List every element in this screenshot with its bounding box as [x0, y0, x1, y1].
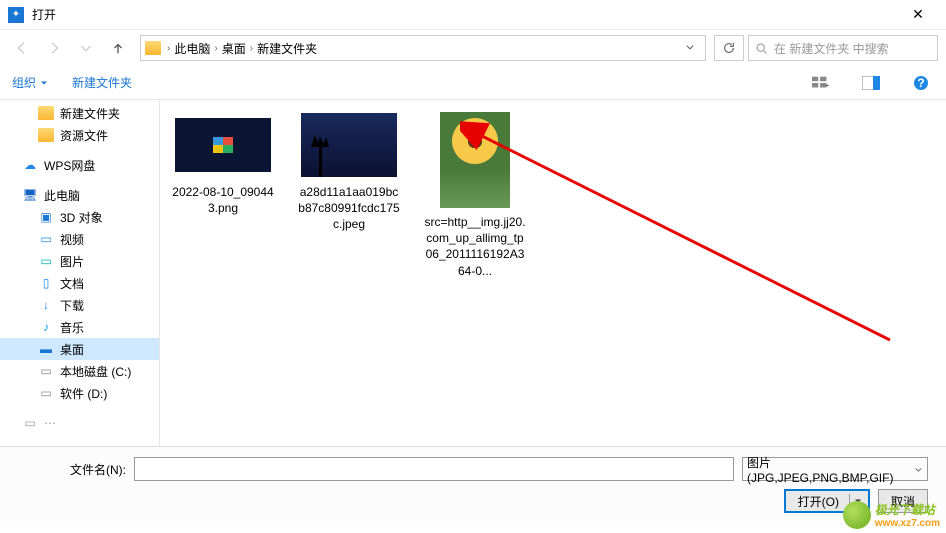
file-item[interactable]: src=http__img.jj20.com_up_allimg_tp06_20…	[422, 112, 528, 279]
watermark-logo-icon	[843, 501, 871, 529]
video-icon: ▭	[38, 232, 54, 246]
file-pane[interactable]: 2022-08-10_090443.png a28d11a1aa019bcb87…	[160, 100, 946, 446]
forward-button[interactable]	[40, 34, 68, 62]
sidebar: 新建文件夹 资源文件 ☁WPS网盘 🖥此电脑 ▣3D 对象 ▭视频 ▭图片 ▯文…	[0, 100, 160, 446]
close-button[interactable]: ✕	[898, 6, 938, 23]
sidebar-item-music[interactable]: ♪音乐	[0, 316, 159, 338]
footer: 文件名(N): 图片(JPG,JPEG,PNG,BMP,GIF) 打开(O) 取…	[0, 446, 946, 521]
file-item[interactable]: a28d11a1aa019bcb87c80991fcdc175c.jpeg	[296, 112, 402, 279]
sidebar-item-newfolder[interactable]: 新建文件夹	[0, 102, 159, 124]
app-icon: ✦	[8, 7, 24, 23]
file-label: 2022-08-10_090443.png	[170, 184, 276, 216]
organize-menu[interactable]: 组织	[12, 74, 48, 91]
folder-icon	[145, 41, 161, 55]
refresh-button[interactable]	[714, 35, 744, 61]
sidebar-item-drive-d[interactable]: ▭软件 (D:)	[0, 382, 159, 404]
filename-label: 文件名(N):	[18, 461, 126, 478]
nav-bar: › 此电脑 › 桌面 › 新建文件夹 在 新建文件夹 中搜索	[0, 30, 946, 66]
chevron-right-icon: ›	[250, 43, 253, 54]
sidebar-item-thispc[interactable]: 🖥此电脑	[0, 184, 159, 206]
file-label: src=http__img.jj20.com_up_allimg_tp06_20…	[422, 214, 528, 279]
pc-icon: 🖥	[22, 188, 38, 202]
folder-icon	[38, 128, 54, 142]
thumbnail-icon	[175, 118, 271, 172]
download-icon: ↓	[38, 298, 54, 312]
help-button[interactable]: ?	[908, 70, 934, 96]
svg-text:?: ?	[917, 76, 924, 90]
new-folder-button[interactable]: 新建文件夹	[72, 74, 132, 91]
window-title: 打开	[32, 6, 898, 23]
picture-icon: ▭	[38, 254, 54, 268]
dialog-body: 新建文件夹 资源文件 ☁WPS网盘 🖥此电脑 ▣3D 对象 ▭视频 ▭图片 ▯文…	[0, 100, 946, 446]
sidebar-item-wps[interactable]: ☁WPS网盘	[0, 154, 159, 176]
sidebar-item-downloads[interactable]: ↓下载	[0, 294, 159, 316]
chevron-down-icon	[914, 465, 923, 474]
sidebar-item-documents[interactable]: ▯文档	[0, 272, 159, 294]
drive-icon: ▭	[38, 386, 54, 400]
cloud-icon: ☁	[22, 158, 38, 172]
desktop-icon: ▬	[38, 342, 54, 356]
sidebar-item-3d[interactable]: ▣3D 对象	[0, 206, 159, 228]
breadcrumb[interactable]: › 此电脑 › 桌面 › 新建文件夹	[140, 35, 706, 61]
music-icon: ♪	[38, 320, 54, 334]
breadcrumb-dropdown[interactable]	[679, 41, 701, 55]
view-options-button[interactable]	[808, 70, 834, 96]
back-button[interactable]	[8, 34, 36, 62]
sidebar-item-desktop[interactable]: ▬桌面	[0, 338, 159, 360]
thumbnail-icon	[440, 112, 510, 208]
recent-dropdown[interactable]	[72, 34, 100, 62]
title-bar: ✦ 打开 ✕	[0, 0, 946, 30]
cube-icon: ▣	[38, 210, 54, 224]
crumb-folder[interactable]: 新建文件夹	[255, 40, 319, 57]
crumb-pc[interactable]: 此电脑	[172, 40, 212, 57]
file-label: a28d11a1aa019bcb87c80991fcdc175c.jpeg	[296, 184, 402, 233]
sidebar-item-network[interactable]: ▭⋯	[0, 412, 159, 434]
preview-pane-button[interactable]	[858, 70, 884, 96]
up-button[interactable]	[104, 34, 132, 62]
document-icon: ▯	[38, 276, 54, 290]
sidebar-item-drive-c[interactable]: ▭本地磁盘 (C:)	[0, 360, 159, 382]
search-input[interactable]: 在 新建文件夹 中搜索	[748, 35, 938, 61]
sidebar-item-resources[interactable]: 资源文件	[0, 124, 159, 146]
crumb-desktop[interactable]: 桌面	[220, 40, 248, 57]
toolbar: 组织 新建文件夹 ?	[0, 66, 946, 100]
file-type-filter[interactable]: 图片(JPG,JPEG,PNG,BMP,GIF)	[742, 457, 928, 481]
folder-icon	[38, 106, 54, 120]
network-icon: ▭	[22, 416, 38, 430]
search-placeholder: 在 新建文件夹 中搜索	[774, 40, 889, 57]
chevron-right-icon: ›	[214, 43, 217, 54]
sidebar-item-pictures[interactable]: ▭图片	[0, 250, 159, 272]
watermark: 极光下载站 www.xz7.com	[843, 501, 940, 529]
filename-input[interactable]	[134, 457, 734, 481]
file-item[interactable]: 2022-08-10_090443.png	[170, 112, 276, 279]
search-icon	[755, 42, 768, 55]
drive-icon: ▭	[38, 364, 54, 378]
chevron-right-icon: ›	[167, 43, 170, 54]
thumbnail-icon	[301, 113, 397, 177]
sidebar-item-videos[interactable]: ▭视频	[0, 228, 159, 250]
